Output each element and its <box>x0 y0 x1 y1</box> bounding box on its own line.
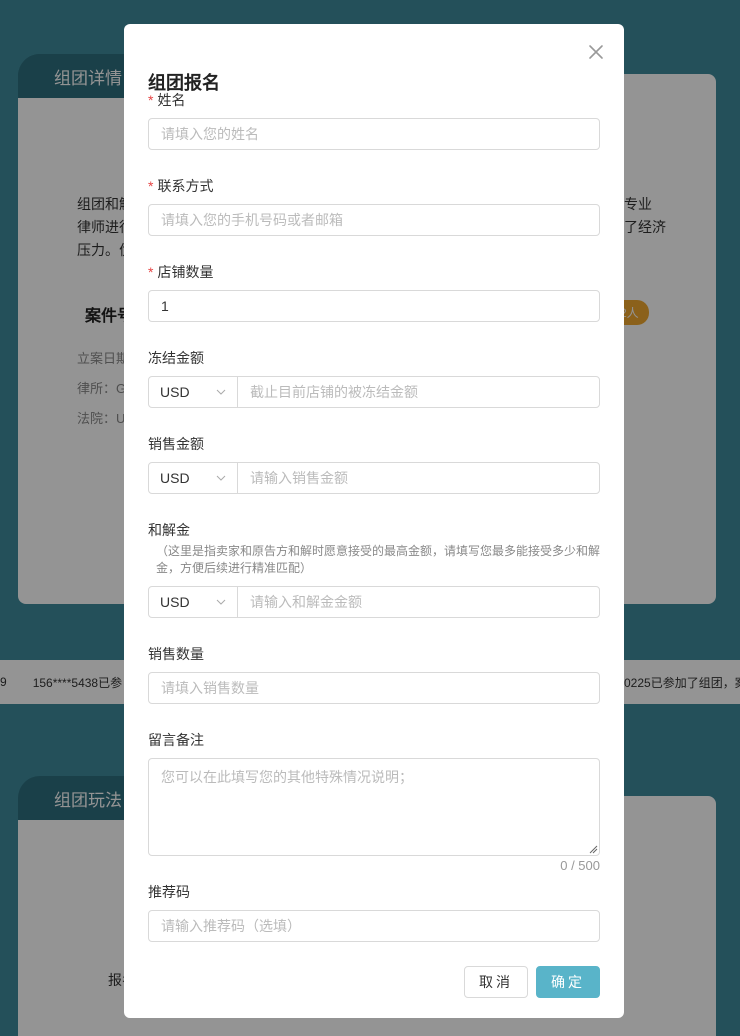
remark-label: 留言备注 <box>148 732 204 748</box>
name-field: * 姓名 <box>148 90 600 150</box>
group-signup-modal: 组团报名 *姓名 *联系方式 *店铺数量 冻结金额 USD 销售金额 USD <box>124 24 624 1018</box>
store-count-input[interactable] <box>148 290 600 322</box>
sales-quantity-label: 销售数量 <box>148 646 204 662</box>
contact-input[interactable] <box>148 204 600 236</box>
remark-field: 留言备注 0 / 500 <box>148 730 600 873</box>
store-count-field: * 店铺数量 <box>148 262 600 322</box>
sales-amount-field: 销售金额 USD <box>148 434 600 494</box>
sales-amount-input[interactable] <box>238 463 599 493</box>
confirm-button[interactable]: 确定 <box>536 966 600 998</box>
name-input[interactable] <box>148 118 600 150</box>
referral-input[interactable] <box>148 910 600 942</box>
sales-quantity-field: 销售数量 <box>148 644 600 704</box>
settlement-label: 和解金 <box>148 522 190 538</box>
currency-value: USD <box>160 470 190 486</box>
settlement-field: 和解金 （这里是指卖家和原告方和解时愿意接受的最高金额，请填写您最多能接受多少和… <box>148 520 601 618</box>
store-count-label: * 店铺数量 <box>148 264 214 280</box>
referral-label: 推荐码 <box>148 884 190 900</box>
currency-value: USD <box>160 384 190 400</box>
settlement-hint: （这里是指卖家和原告方和解时愿意接受的最高金额，请填写您最多能接受多少和解金，方… <box>156 544 601 575</box>
sales-quantity-input[interactable] <box>148 672 600 704</box>
close-icon[interactable] <box>586 42 606 62</box>
frozen-amount-group: USD <box>148 376 600 408</box>
resize-handle-icon[interactable] <box>588 844 598 854</box>
contact-field: * 联系方式 <box>148 176 600 236</box>
referral-field: 推荐码 <box>148 882 600 942</box>
sales-amount-group: USD <box>148 462 600 494</box>
sales-currency-select[interactable]: USD <box>149 463 238 493</box>
frozen-amount-input[interactable] <box>238 377 599 407</box>
settlement-input[interactable] <box>238 587 599 617</box>
cancel-button[interactable]: 取消 <box>464 966 528 998</box>
settlement-currency-select[interactable]: USD <box>149 587 238 617</box>
name-label: * 姓名 <box>148 92 186 108</box>
chevron-down-icon <box>216 389 226 395</box>
currency-value: USD <box>160 594 190 610</box>
settlement-group: USD <box>148 586 600 618</box>
sales-amount-label: 销售金额 <box>148 436 204 452</box>
required-mark: * <box>148 264 154 280</box>
contact-label: * 联系方式 <box>148 178 214 194</box>
frozen-amount-field: 冻结金额 USD <box>148 348 600 408</box>
remark-textarea[interactable] <box>148 758 600 856</box>
required-mark: * <box>148 178 154 194</box>
chevron-down-icon <box>216 475 226 481</box>
frozen-currency-select[interactable]: USD <box>149 377 238 407</box>
frozen-amount-label: 冻结金额 <box>148 350 204 366</box>
chevron-down-icon <box>216 599 226 605</box>
remark-char-counter: 0 / 500 <box>560 858 600 873</box>
required-mark: * <box>148 92 154 108</box>
